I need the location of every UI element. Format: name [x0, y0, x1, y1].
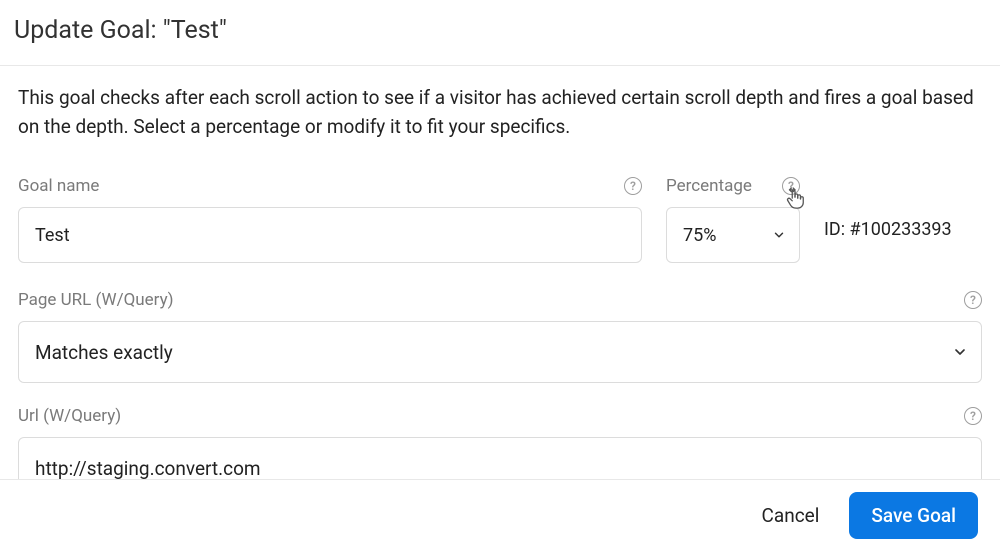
field-goal-id: ID: #100233393 [824, 175, 982, 240]
form-content: This goal checks after each scroll actio… [0, 66, 1000, 499]
percentage-select[interactable] [666, 207, 800, 263]
footer-actions: Cancel Save Goal [0, 479, 1000, 551]
url-label: Url (W/Query) [18, 406, 121, 426]
field-percentage: Percentage [666, 175, 800, 263]
help-icon[interactable] [624, 177, 642, 195]
help-icon[interactable] [964, 407, 982, 425]
goal-name-label: Goal name [18, 176, 99, 196]
cancel-button[interactable]: Cancel [758, 496, 824, 535]
save-goal-button[interactable]: Save Goal [849, 492, 978, 539]
row-name-percentage: Goal name Percentage ID: #1002 [18, 175, 982, 263]
field-page-url: Page URL (W/Query) [18, 289, 982, 383]
goal-name-input[interactable] [18, 207, 642, 263]
page-header: Update Goal: "Test" [0, 0, 1000, 66]
goal-id-text: ID: #100233393 [824, 219, 952, 240]
help-icon[interactable] [782, 177, 800, 195]
percentage-label: Percentage [666, 176, 752, 196]
help-icon[interactable] [964, 291, 982, 309]
page-url-select[interactable] [18, 321, 982, 383]
field-goal-name: Goal name [18, 175, 642, 263]
description-text: This goal checks after each scroll actio… [18, 84, 982, 141]
page-url-label: Page URL (W/Query) [18, 290, 174, 310]
page-title: Update Goal: "Test" [14, 16, 982, 45]
